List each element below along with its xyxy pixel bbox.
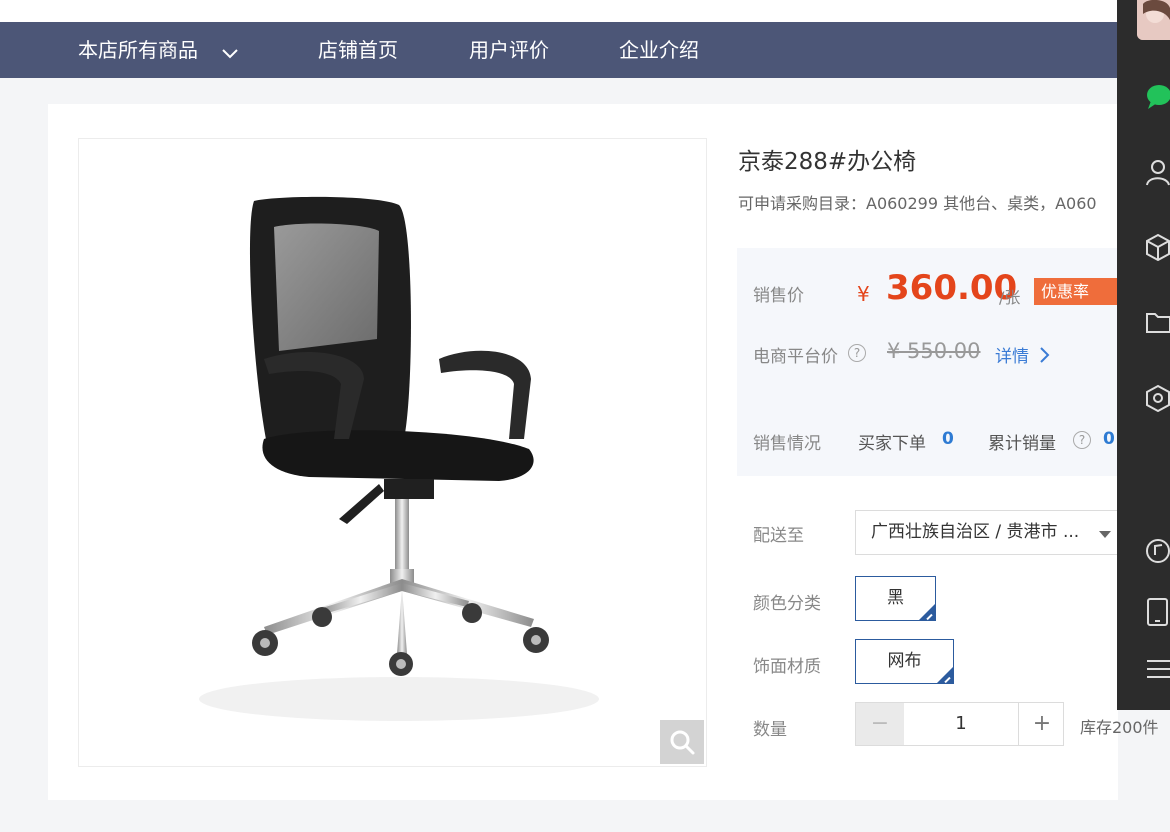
currency-symbol: ¥ [857,282,870,306]
color-option-label: 黑 [887,588,904,608]
caret-down-icon [1099,531,1111,538]
material-option-label: 网布 [887,651,922,671]
chevron-right-icon [1040,346,1050,368]
top-strip [0,0,1118,22]
color-label: 颜色分类 [753,594,821,614]
magnifier-icon [670,730,695,755]
nav-shop-home[interactable]: 店铺首页 [318,22,398,78]
user-icon[interactable] [1145,158,1170,190]
question-circle-icon[interactable]: ? [848,344,866,362]
color-option-black[interactable]: 黑 [855,576,936,621]
chevron-down-icon [222,24,239,80]
sales-status-label: 销售情况 [753,434,821,454]
cube-icon[interactable] [1145,233,1170,265]
nav-company-intro[interactable]: 企业介绍 [619,22,699,78]
product-image-box [78,138,707,767]
nav-all-products[interactable]: 本店所有商品 [78,22,239,80]
sale-price: 360.00 [886,268,1018,308]
quantity-minus-button[interactable]: − [856,703,904,745]
nav-user-reviews[interactable]: 用户评价 [469,22,549,78]
quantity-stepper: − 1 + [855,702,1064,746]
discount-badge: 优惠率 [1034,278,1118,305]
material-option-mesh[interactable]: 网布 [855,639,954,684]
menu-icon[interactable] [1145,657,1170,685]
detail-link[interactable]: 详情 [995,342,1050,368]
ecommerce-price: ¥ 550.00 [887,339,981,363]
zoom-button[interactable] [660,720,704,764]
side-toolbar [1117,0,1170,710]
nav-all-products-label: 本店所有商品 [78,38,198,62]
quantity-plus-button[interactable]: + [1020,703,1064,745]
hexagon-icon[interactable] [1145,384,1170,416]
folder-icon[interactable] [1145,310,1170,338]
music-icon[interactable] [1145,537,1170,569]
price-unit: /张 [999,288,1021,307]
ecommerce-price-label: 电商平台价 [753,347,838,367]
buyer-orders-label: 买家下单 [858,434,926,454]
chat-icon[interactable] [1145,84,1170,114]
avatar[interactable] [1137,0,1170,40]
stock-count: 库存200件 [1080,718,1159,737]
buyer-orders-count: 0 [942,429,954,449]
quantity-input[interactable]: 1 [904,703,1019,745]
quantity-label: 数量 [753,720,787,740]
total-sales-count: 0 [1103,429,1115,449]
material-label: 饰面材质 [753,657,821,677]
total-sales-label: 累计销量 [988,434,1056,454]
procurement-catalog: 可申请采购目录：A060299 其他台、桌类，A060 [738,194,1097,213]
product-title: 京泰288#办公椅 [738,149,917,175]
question-circle-icon[interactable]: ? [1073,431,1091,449]
sale-price-label: 销售价 [753,286,804,306]
office-chair-image [199,196,599,721]
ship-to-value: 广西壮族自治区 / 贵港市 ... [871,522,1080,542]
ship-to-select[interactable]: 广西壮族自治区 / 贵港市 ... [855,510,1118,555]
tablet-icon[interactable] [1145,597,1170,631]
ship-to-label: 配送至 [753,526,804,546]
detail-link-label: 详情 [995,347,1029,367]
shop-navbar: 本店所有商品 店铺首页 用户评价 企业介绍 [0,22,1118,78]
